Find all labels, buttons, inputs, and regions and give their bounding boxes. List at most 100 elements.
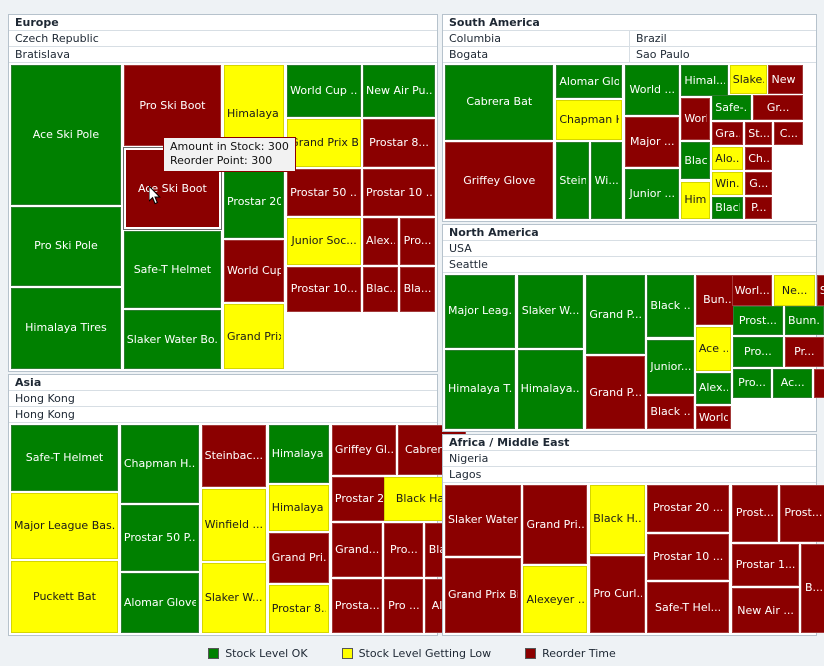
treemap-tile[interactable]: Puckett Bat	[11, 561, 118, 633]
treemap-tile[interactable]: Worl...	[731, 275, 773, 307]
treemap-tile[interactable]: Ace Ski Pole	[11, 65, 121, 205]
treemap-tile[interactable]: Prosta...	[331, 579, 383, 633]
treemap-tile[interactable]: Safe-...	[712, 95, 752, 121]
treemap-tile[interactable]: Slaker Water Bo...	[123, 310, 222, 369]
treemap-tile[interactable]: Black ...	[647, 275, 694, 338]
treemap-tile[interactable]: Chapman H...	[120, 425, 199, 503]
treemap-tile[interactable]: Grand Pri...	[523, 485, 588, 565]
treemap-tile[interactable]: Junior Soc...	[287, 218, 362, 265]
treemap-tile[interactable]: Himalaya Tires	[11, 287, 121, 369]
treemap-tile[interactable]: Alexeyer ...	[523, 566, 588, 633]
treemap-tile[interactable]: Grand Prix ...	[223, 304, 285, 369]
treemap-tile[interactable]: Ne...	[774, 275, 815, 307]
treemap-tile[interactable]: Safe-...	[816, 275, 824, 307]
treemap-tile[interactable]: Alo...	[712, 147, 744, 171]
treemap-tile[interactable]: Grand P...	[586, 275, 645, 355]
treemap-tile[interactable]: G...	[745, 172, 773, 196]
treemap-tile[interactable]: New Air Pu...	[363, 65, 435, 117]
treemap-tile[interactable]: Prostar 10 ...	[363, 169, 435, 216]
treemap-tile[interactable]: Prostar 10 ...	[647, 533, 729, 581]
treemap-tile[interactable]: Major Leag...	[445, 275, 515, 348]
treemap-tile[interactable]: Gra...	[712, 122, 744, 146]
treemap-tile[interactable]: Prostar 20 ...	[647, 485, 729, 532]
treemap-tile[interactable]: B...	[801, 543, 824, 633]
treemap-tile[interactable]: C...	[774, 122, 804, 146]
treemap-tile[interactable]: Gr...	[752, 95, 804, 121]
treemap-tile[interactable]: P...	[814, 368, 824, 398]
treemap-tile[interactable]: Prost...	[732, 306, 783, 336]
treemap-tile[interactable]: Slaker Water ...	[445, 485, 521, 556]
treemap-tile[interactable]: Slake...	[729, 65, 767, 95]
treemap-tile[interactable]: Prost...	[780, 485, 824, 542]
treemap-tile[interactable]: Cabrera Bat	[445, 65, 554, 140]
treemap-tile[interactable]: Grand...	[331, 523, 383, 577]
treemap-tile[interactable]: Alex...	[695, 372, 731, 404]
treemap-tile[interactable]: New Air ...	[731, 588, 800, 633]
treemap-tile[interactable]: Bla...	[399, 266, 435, 313]
treemap-tile[interactable]: Griffey Gl...	[331, 425, 397, 475]
treemap-tile[interactable]: Alomar Glove	[556, 65, 623, 99]
treemap-tile[interactable]: Himalaya T...	[445, 349, 515, 429]
treemap-tile[interactable]: Grand Prix B...	[287, 118, 362, 168]
treemap-tile[interactable]: Himalaya ...	[268, 425, 329, 483]
treemap-tile[interactable]: World...	[695, 406, 731, 429]
treemap-tile[interactable]: Winfield ...	[201, 489, 266, 561]
treemap-tile[interactable]: Wi...	[591, 142, 623, 219]
treemap-tile[interactable]: Pro Ski Pole	[11, 206, 121, 286]
treemap-tile[interactable]: Alex...	[363, 218, 399, 265]
treemap-tile[interactable]: P...	[745, 197, 773, 219]
treemap-tile[interactable]: Black...	[712, 197, 744, 219]
treemap-tile[interactable]: World Cup ...	[287, 65, 362, 117]
treemap-tile[interactable]: Pr...	[784, 337, 824, 367]
treemap-tile[interactable]: Slaker W...	[517, 275, 584, 348]
treemap-tile[interactable]: Ch...	[745, 147, 773, 171]
treemap-tile[interactable]: Alomar Glove	[120, 573, 199, 633]
treemap-tile[interactable]: Prostar 50 P...	[120, 505, 199, 571]
treemap-tile[interactable]: New ...	[768, 65, 804, 95]
treemap-tile[interactable]: Prostar 50 ...	[287, 169, 362, 216]
treemap-tile[interactable]: Pro...	[732, 368, 772, 398]
treemap-tile[interactable]: Pro ...	[384, 579, 424, 633]
treemap-tile[interactable]: Major ...	[625, 117, 680, 167]
treemap-tile[interactable]: Pro Ski Boot	[123, 65, 222, 147]
treemap-tile[interactable]: Safe-T Hel...	[647, 582, 729, 633]
treemap-tile[interactable]: Himalaya...	[517, 349, 584, 429]
treemap-tile[interactable]: Griffey Glove	[445, 142, 554, 219]
treemap-tile[interactable]: Prostar 20 ...	[223, 165, 285, 239]
treemap-tile[interactable]: Pro...	[732, 337, 783, 367]
treemap-tile[interactable]: Chapman H...	[556, 100, 623, 140]
treemap-tile[interactable]: St...	[745, 122, 773, 146]
treemap-tile[interactable]: Grand P...	[586, 356, 645, 429]
treemap-tile[interactable]: Worl...	[681, 98, 711, 140]
treemap-tile[interactable]: Junior...	[647, 339, 694, 394]
treemap-tile[interactable]: Prostar 10...	[287, 266, 362, 313]
treemap-tile[interactable]: Prostar 8...	[363, 118, 435, 168]
treemap-tile[interactable]: Prostar 8...	[268, 585, 329, 633]
treemap-tile[interactable]: World ...	[625, 65, 680, 115]
treemap-tile[interactable]: Ac...	[773, 368, 813, 398]
treemap-tile[interactable]: Bunn...	[784, 306, 824, 336]
treemap-tile[interactable]: Safe-T Helmet	[11, 425, 118, 491]
treemap-tile[interactable]: Prost...	[731, 485, 779, 542]
treemap-tile[interactable]: Junior ...	[625, 169, 680, 219]
treemap-tile[interactable]: Ace ...	[695, 327, 731, 371]
treemap-tile[interactable]: Major League Bas...	[11, 493, 118, 559]
treemap-tile[interactable]: Black...	[681, 142, 711, 180]
treemap-tile[interactable]: Black H...	[590, 485, 645, 554]
treemap-tile[interactable]: Himal...	[681, 65, 728, 97]
treemap-tile[interactable]: Prostar 1...	[731, 543, 800, 587]
treemap-tile[interactable]: Grand Pri...	[268, 533, 329, 583]
treemap-tile[interactable]: Pro Curl...	[590, 555, 645, 633]
treemap-tile[interactable]: Safe-T Helmet	[123, 231, 222, 309]
treemap-tile[interactable]: Black ...	[647, 395, 694, 429]
treemap-tile[interactable]: Grand Prix Bi...	[445, 557, 521, 633]
treemap-tile[interactable]: Steinbac...	[201, 425, 266, 487]
treemap-tile[interactable]: Blac...	[363, 266, 399, 313]
treemap-tile[interactable]: Slaker W...	[201, 563, 266, 633]
treemap-tile[interactable]: Pro...	[384, 523, 424, 577]
treemap-tile[interactable]: Win...	[712, 172, 744, 196]
treemap-tile[interactable]: Stein...	[556, 142, 590, 219]
treemap-tile[interactable]: Pro...	[399, 218, 435, 265]
treemap-tile[interactable]: Hima...	[681, 181, 711, 219]
treemap-tile[interactable]: World Cup ...	[223, 240, 285, 303]
